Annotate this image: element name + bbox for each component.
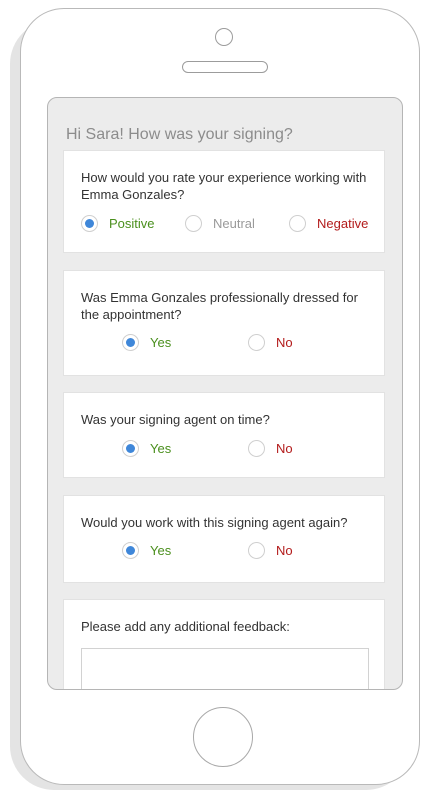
option-label: Yes	[150, 441, 172, 456]
radio-unselected-icon[interactable]	[248, 440, 265, 457]
question-text: How would you rate your experience worki…	[81, 170, 367, 202]
feedback-label: Please add any additional feedback:	[81, 619, 290, 634]
radio-option-positive[interactable]: Positive	[81, 215, 155, 232]
question-card-dress: Was Emma Gonzales professionally dressed…	[63, 270, 385, 376]
radio-selected-icon[interactable]	[81, 215, 98, 232]
radio-option-yes[interactable]: Yes	[122, 334, 171, 351]
home-button[interactable]	[193, 707, 253, 767]
radio-option-neutral[interactable]: Neutral	[185, 215, 255, 232]
question-card-on-time: Was your signing agent on time? Yes No	[63, 392, 385, 478]
option-label: No	[276, 543, 293, 558]
option-label: Negative	[317, 216, 369, 231]
radio-selected-icon[interactable]	[122, 542, 139, 559]
option-label: Yes	[150, 543, 172, 558]
option-label: Neutral	[213, 216, 255, 231]
radio-unselected-icon[interactable]	[248, 542, 265, 559]
survey-greeting: Hi Sara! How was your signing?	[66, 126, 293, 143]
option-label: Positive	[109, 216, 155, 231]
radio-option-negative[interactable]: Negative	[289, 215, 368, 232]
question-text: Was Emma Gonzales professionally dressed…	[81, 290, 358, 322]
feedback-card: Please add any additional feedback:	[63, 599, 385, 689]
camera-icon	[215, 28, 233, 46]
radio-option-no[interactable]: No	[248, 334, 293, 351]
radio-option-no[interactable]: No	[248, 440, 293, 457]
radio-unselected-icon[interactable]	[289, 215, 306, 232]
radio-option-yes[interactable]: Yes	[122, 542, 171, 559]
radio-unselected-icon[interactable]	[185, 215, 202, 232]
radio-option-no[interactable]: No	[248, 542, 293, 559]
question-text: Was your signing agent on time?	[81, 412, 270, 427]
radio-selected-icon[interactable]	[122, 334, 139, 351]
speaker-icon	[182, 61, 268, 73]
question-card-rating: How would you rate your experience worki…	[63, 150, 385, 253]
option-label: No	[276, 335, 293, 350]
radio-option-yes[interactable]: Yes	[122, 440, 171, 457]
radio-unselected-icon[interactable]	[248, 334, 265, 351]
phone-screen: Hi Sara! How was your signing? How would…	[47, 97, 403, 690]
feedback-textarea[interactable]	[81, 648, 369, 689]
radio-selected-icon[interactable]	[122, 440, 139, 457]
question-card-work-again: Would you work with this signing agent a…	[63, 495, 385, 583]
option-label: No	[276, 441, 293, 456]
option-label: Yes	[150, 335, 172, 350]
question-text: Would you work with this signing agent a…	[81, 515, 348, 530]
